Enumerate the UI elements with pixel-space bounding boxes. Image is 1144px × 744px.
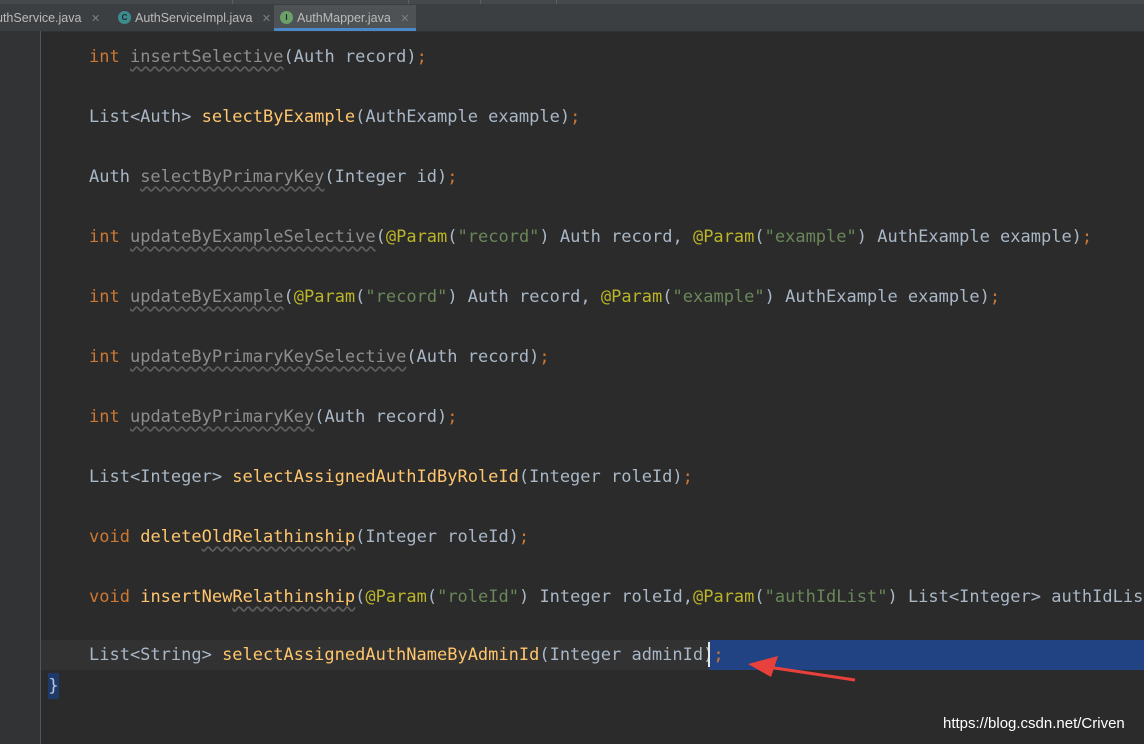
arrow-head — [748, 656, 778, 677]
arrow-shaft — [767, 665, 856, 682]
watermark: https://blog.csdn.net/Criven — [943, 715, 1125, 732]
red-arrow-annotation — [748, 656, 856, 682]
